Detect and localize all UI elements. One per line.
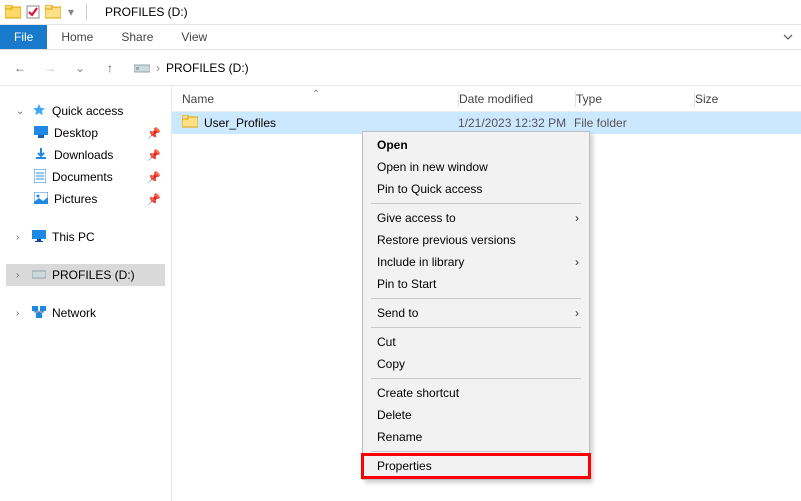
sidebar-item-downloads[interactable]: Downloads 📌	[6, 144, 165, 166]
submenu-arrow-icon: ›	[575, 211, 579, 225]
qat-folder-icon[interactable]	[44, 3, 62, 21]
column-header-date[interactable]: Date modified	[459, 92, 575, 106]
navigation-pane: ⌄ Quick access Desktop 📌 Downloads 📌 Doc…	[0, 86, 172, 501]
tab-view[interactable]: View	[167, 25, 221, 49]
file-row-type-cell: File folder	[574, 116, 692, 130]
chevron-right-icon: ›	[16, 270, 26, 281]
up-button[interactable]: ↑	[100, 58, 120, 78]
downloads-icon	[34, 147, 48, 164]
file-row-name-cell: User_Profiles	[172, 115, 458, 131]
file-row-date-cell: 1/21/2023 12:32 PM	[458, 116, 574, 130]
title-separator	[86, 4, 87, 20]
column-header-size[interactable]: Size	[695, 92, 801, 106]
recent-locations-icon[interactable]: ⌄	[70, 58, 90, 78]
drive-icon	[32, 268, 46, 282]
menu-item-include-in-library[interactable]: Include in library ›	[363, 251, 589, 273]
file-name: User_Profiles	[204, 116, 276, 130]
star-icon	[32, 103, 46, 120]
menu-separator	[371, 327, 581, 328]
menu-separator	[371, 203, 581, 204]
pc-icon	[32, 230, 46, 245]
context-menu: Open Open in new window Pin to Quick acc…	[362, 131, 590, 480]
sidebar-item-pictures[interactable]: Pictures 📌	[6, 188, 165, 210]
menu-item-send-to[interactable]: Send to ›	[363, 302, 589, 324]
tab-home[interactable]: Home	[47, 25, 107, 49]
sidebar-item-label: Desktop	[54, 126, 98, 140]
folder-icon	[182, 115, 198, 131]
sidebar-item-label: Documents	[52, 170, 113, 184]
sidebar-item-documents[interactable]: Documents 📌	[6, 166, 165, 188]
sort-indicator-icon: ⌃	[312, 89, 320, 100]
sidebar-item-label: Network	[52, 306, 96, 320]
address-bar[interactable]: › PROFILES (D:)	[130, 56, 791, 80]
menu-item-cut[interactable]: Cut	[363, 331, 589, 353]
menu-item-open-new-window[interactable]: Open in new window	[363, 156, 589, 178]
desktop-icon	[34, 126, 48, 141]
drive-icon	[134, 61, 150, 75]
pictures-icon	[34, 192, 48, 207]
sidebar-item-network[interactable]: › Network	[6, 302, 165, 324]
breadcrumb-item[interactable]: PROFILES (D:)	[166, 61, 249, 75]
menu-separator	[371, 451, 581, 452]
menu-item-restore-previous-versions[interactable]: Restore previous versions	[363, 229, 589, 251]
sidebar-item-this-pc[interactable]: › This PC	[6, 226, 165, 248]
menu-item-label: Give access to	[377, 211, 456, 225]
qat-customize-icon[interactable]: ▾	[64, 0, 78, 25]
sidebar-item-label: Pictures	[54, 192, 97, 206]
sidebar-item-label: This PC	[52, 230, 95, 244]
sidebar-item-desktop[interactable]: Desktop 📌	[6, 122, 165, 144]
column-label: Name	[182, 92, 214, 106]
sidebar-item-profiles-drive[interactable]: › PROFILES (D:)	[6, 264, 165, 286]
tab-file[interactable]: File	[0, 25, 47, 49]
menu-item-label: Include in library	[377, 255, 464, 269]
menu-item-pin-to-start[interactable]: Pin to Start	[363, 273, 589, 295]
menu-item-open[interactable]: Open	[363, 134, 589, 156]
chevron-right-icon: ›	[16, 308, 26, 319]
network-icon	[32, 306, 46, 321]
ribbon-expand-icon[interactable]	[775, 25, 801, 49]
qat-check-icon[interactable]	[24, 3, 42, 21]
nav-bar: ← → ⌄ ↑ › PROFILES (D:)	[0, 50, 801, 86]
window-title: PROFILES (D:)	[105, 5, 188, 19]
menu-item-pin-quick-access[interactable]: Pin to Quick access	[363, 178, 589, 200]
explorer-app-icon	[4, 3, 22, 21]
pin-icon: 📌	[147, 193, 161, 206]
column-headers: Name ⌃ Date modified Type Size	[172, 86, 801, 112]
back-button[interactable]: ←	[10, 58, 30, 78]
menu-separator	[371, 378, 581, 379]
menu-item-give-access[interactable]: Give access to ›	[363, 207, 589, 229]
explorer-body: ⌄ Quick access Desktop 📌 Downloads 📌 Doc…	[0, 86, 801, 501]
menu-separator	[371, 298, 581, 299]
pin-icon: 📌	[147, 149, 161, 162]
titlebar: ▾ PROFILES (D:)	[0, 0, 801, 25]
menu-item-rename[interactable]: Rename	[363, 426, 589, 448]
pin-icon: 📌	[147, 171, 161, 184]
submenu-arrow-icon: ›	[575, 255, 579, 269]
chevron-down-icon: ⌄	[16, 106, 26, 117]
menu-item-delete[interactable]: Delete	[363, 404, 589, 426]
menu-item-copy[interactable]: Copy	[363, 353, 589, 375]
ribbon-tabs: File Home Share View	[0, 25, 801, 50]
menu-item-label: Send to	[377, 306, 418, 320]
column-header-type[interactable]: Type	[576, 92, 694, 106]
column-header-name[interactable]: Name ⌃	[172, 92, 458, 106]
sidebar-item-label: PROFILES (D:)	[52, 268, 135, 282]
breadcrumb-sep-icon: ›	[156, 61, 160, 75]
sidebar-item-label: Quick access	[52, 104, 123, 118]
pin-icon: 📌	[147, 127, 161, 140]
documents-icon	[34, 169, 46, 186]
sidebar-item-label: Downloads	[54, 148, 113, 162]
menu-item-create-shortcut[interactable]: Create shortcut	[363, 382, 589, 404]
chevron-right-icon: ›	[16, 232, 26, 243]
quick-access-toolbar: ▾	[4, 0, 78, 25]
tab-share[interactable]: Share	[107, 25, 167, 49]
submenu-arrow-icon: ›	[575, 306, 579, 320]
menu-item-properties[interactable]: Properties	[363, 455, 589, 477]
sidebar-item-quick-access[interactable]: ⌄ Quick access	[6, 100, 165, 122]
file-list-pane: Name ⌃ Date modified Type Size User_Prof…	[172, 86, 801, 501]
forward-button[interactable]: →	[40, 58, 60, 78]
